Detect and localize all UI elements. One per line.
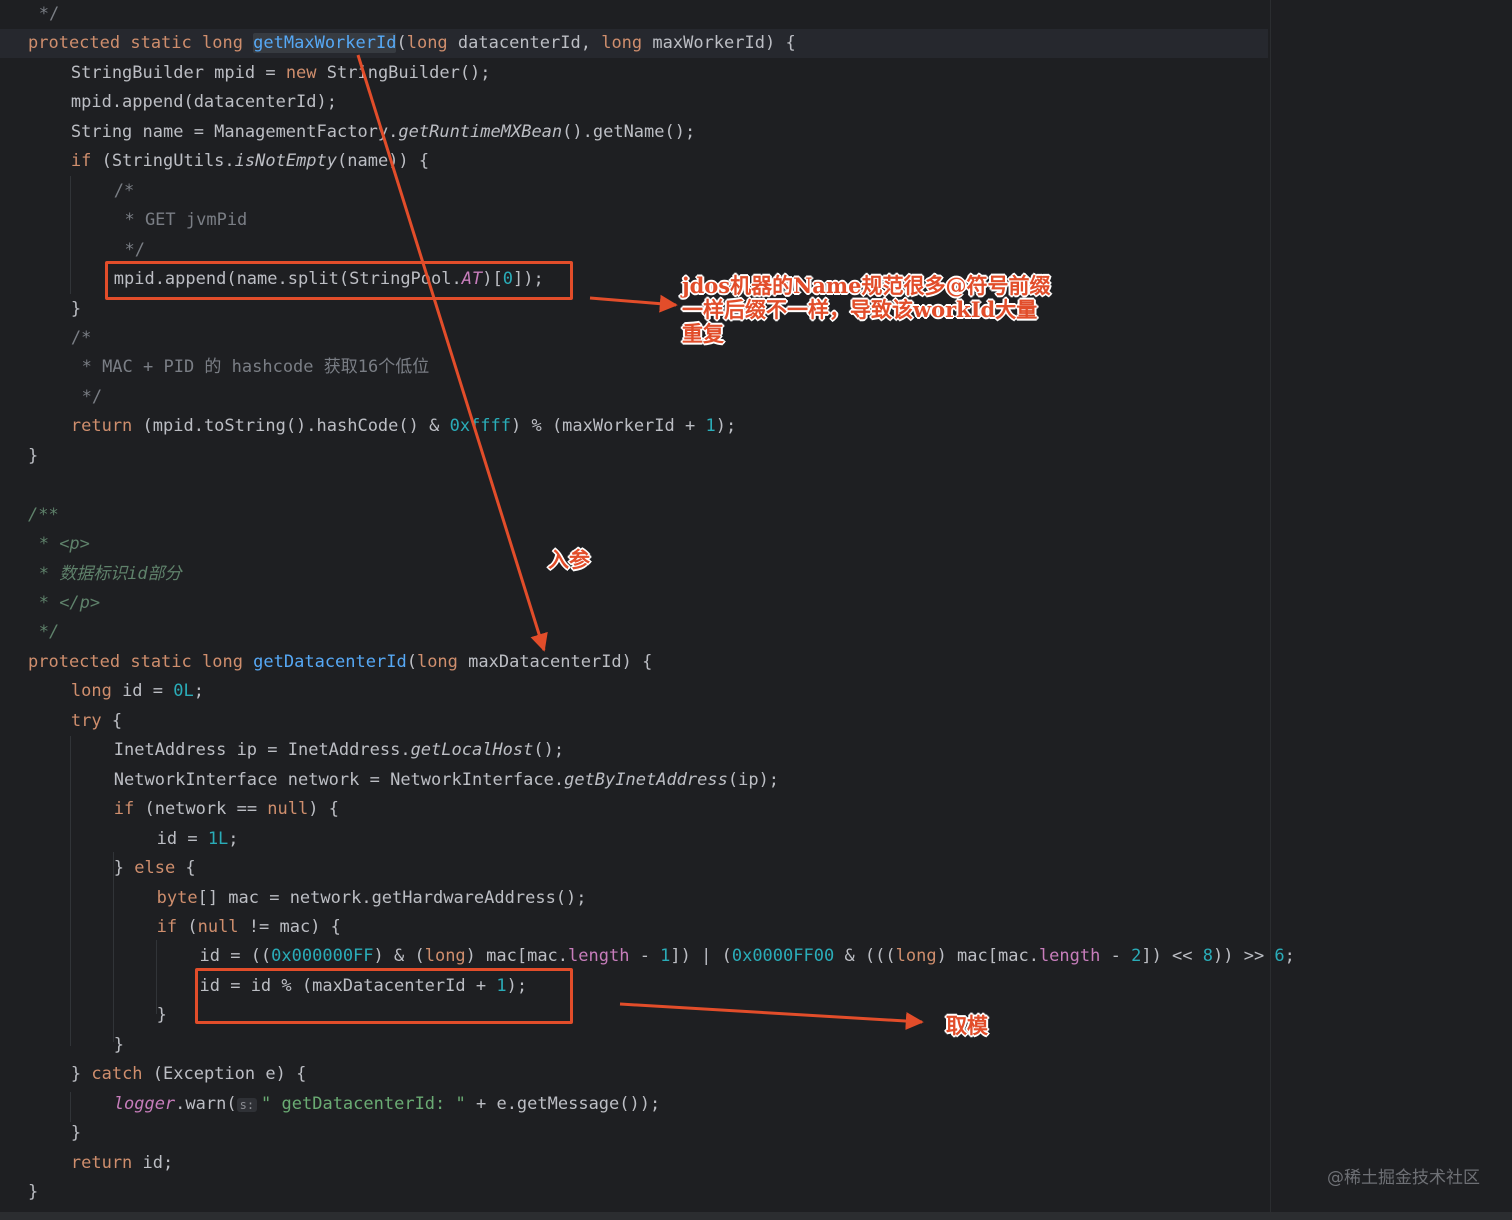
annotation-arrows [356,54,924,1031]
watermark: @稀土掘金技术社区 [1327,1168,1480,1188]
note-duplicate-line: 一样后缀不一样，导致该workId大量 [682,297,1038,322]
arrow-to-modulo-note [619,1002,924,1031]
arrow-to-duplicate-note [589,294,678,313]
arrow-param-link [356,54,548,652]
note-duplicate-line: 重复 [682,321,724,346]
note-modulo: 取模 [946,1013,988,1038]
note-param: 入参 [548,547,590,572]
note-duplicate-workid: jdos机器的Name规范很多@符号前缀 一样后缀不一样，导致该workId大量… [682,274,1051,346]
bottom-scrollbar[interactable] [0,1212,1512,1220]
note-duplicate-line: jdos机器的Name规范很多@符号前缀 [682,273,1051,298]
